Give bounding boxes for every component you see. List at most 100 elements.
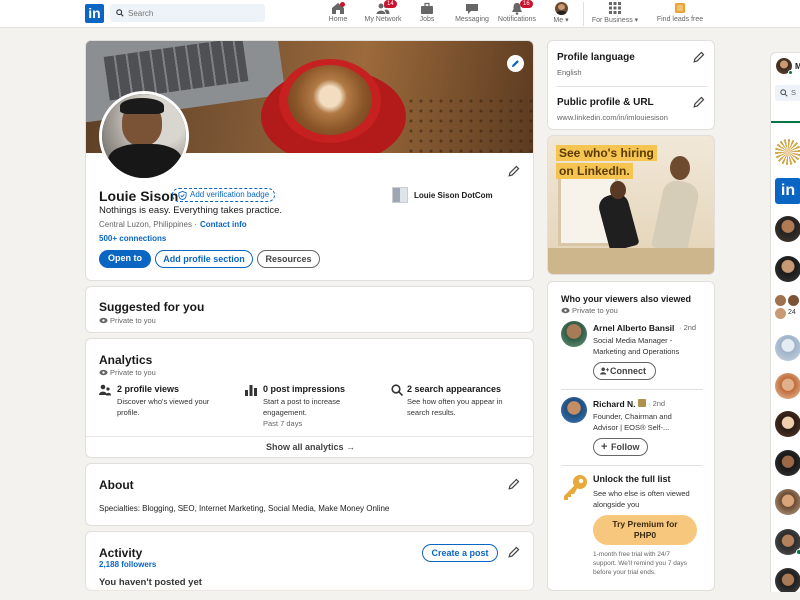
current-company[interactable]: Louie Sison DotCom: [414, 191, 493, 200]
pencil-icon: [511, 60, 519, 68]
group-avatar[interactable]: 24: [775, 295, 800, 321]
nav-find-leads[interactable]: Find leads free: [655, 2, 705, 26]
online-dot: [796, 549, 800, 555]
profile-settings-card: Profile language English Public profile …: [547, 40, 715, 130]
verification-badge-button[interactable]: Add verification badge: [172, 188, 276, 202]
nav-messaging[interactable]: Messaging: [454, 2, 490, 26]
analytics-card: Analytics Private to you 2 profile views…: [85, 338, 534, 458]
analytics-search-appearances[interactable]: 2 search appearances See how often you a…: [391, 383, 531, 428]
group-avatar-part: [788, 295, 799, 306]
nav-label: For Business ▾: [591, 17, 639, 24]
trial-note: 1-month free trial with 24/7: [593, 551, 670, 558]
search-bar[interactable]: [110, 4, 265, 22]
private-label: Private to you: [110, 368, 156, 377]
nav-home[interactable]: Home: [327, 2, 349, 26]
unlock-desc: alongside you: [593, 500, 640, 509]
viewer-headline: Advisor | EOS® Self-...: [593, 423, 670, 432]
public-profile-url[interactable]: www.linkedin.com/in/imlouiesison: [557, 113, 668, 122]
nav-for-business[interactable]: For Business ▾: [590, 2, 640, 26]
add-profile-section-button[interactable]: Add profile section: [155, 250, 253, 268]
create-post-button[interactable]: Create a post: [422, 544, 498, 562]
analytics-item-desc: search results.: [407, 408, 456, 417]
search-icon: [391, 384, 403, 396]
conversation-avatar[interactable]: [775, 139, 800, 165]
follow-button[interactable]: + Follow: [593, 438, 648, 456]
analytics-item-desc: Discover who's viewed your: [117, 397, 210, 406]
conversation-avatar[interactable]: [775, 489, 800, 515]
analytics-item-desc: profile.: [117, 408, 140, 417]
edit-public-url-button[interactable]: [693, 96, 705, 108]
linkedin-logo[interactable]: in: [85, 4, 104, 23]
connect-label: Connect: [610, 366, 646, 376]
connections-link[interactable]: 500+ connections: [99, 234, 166, 243]
nav-my-network[interactable]: 14 My Network: [362, 0, 404, 26]
profile-location: Central Luzon, Philippines ·: [99, 220, 197, 229]
conversation-avatar[interactable]: [775, 450, 800, 476]
nav-notifications[interactable]: 16 Notifications: [496, 0, 538, 26]
edit-about-button[interactable]: [508, 478, 520, 490]
viewer-name[interactable]: Richard N.: [593, 399, 636, 409]
edit-language-button[interactable]: [693, 51, 705, 63]
profile-photo[interactable]: [99, 91, 189, 181]
followers-link[interactable]: 2,188 followers: [99, 560, 156, 569]
premium-line-2: PHP0: [633, 530, 657, 540]
add-person-icon: [600, 367, 609, 375]
photo-shirt: [108, 144, 182, 178]
viewer-avatar[interactable]: [561, 397, 587, 423]
nav-me[interactable]: Me ▾: [549, 2, 573, 26]
pencil-icon: [693, 51, 705, 63]
open-to-button[interactable]: Open to: [99, 250, 151, 268]
trial-note: support. We'll remind you 7 days: [593, 560, 687, 567]
key-icon: [564, 475, 587, 500]
conversation-avatar[interactable]: [775, 335, 800, 361]
edit-cover-button[interactable]: [507, 55, 524, 72]
conversation-avatar[interactable]: [775, 411, 800, 437]
connect-button[interactable]: Connect: [593, 362, 656, 380]
eye-icon: [561, 307, 570, 314]
show-all-analytics-link[interactable]: Show all analytics →: [86, 442, 533, 452]
online-dot: [788, 70, 793, 75]
messaging-tab-underline: [771, 121, 800, 123]
viewer-degree: · 2nd: [679, 323, 697, 332]
analytics-profile-views[interactable]: 2 profile views Discover who's viewed yo…: [99, 383, 239, 428]
search-input[interactable]: [128, 4, 263, 22]
nav-jobs[interactable]: Jobs: [417, 2, 437, 26]
conversation-avatar[interactable]: [775, 216, 800, 242]
viewer-divider: [561, 465, 703, 466]
bell-icon: 16: [510, 0, 533, 15]
eye-icon: [99, 369, 108, 376]
edit-activity-button[interactable]: [508, 546, 520, 558]
suggested-title: Suggested for you: [99, 300, 205, 314]
viewer-avatar[interactable]: [561, 321, 587, 347]
search-icon: [116, 9, 124, 17]
analytics-item-desc: See how often you appear in: [407, 397, 503, 406]
conversation-avatar[interactable]: [775, 256, 800, 282]
private-label: Private to you: [572, 306, 618, 315]
conversation-avatar[interactable]: [775, 568, 800, 592]
viewer-headline: Marketing and Operations: [593, 347, 680, 356]
messaging-title: M: [795, 62, 800, 71]
viewer-headline: Founder, Chairman and: [593, 412, 672, 421]
conversation-avatar[interactable]: [775, 373, 800, 399]
eye-icon: [99, 317, 108, 324]
ad-headline-2: on LinkedIn.: [556, 163, 633, 179]
viewer-headline: Social Media Manager -: [593, 336, 673, 345]
avatar: [554, 2, 568, 15]
photo-hair: [120, 98, 164, 114]
notifications-badge: 16: [520, 0, 533, 8]
pencil-icon: [508, 165, 520, 177]
analytics-item-desc: Start a post to increase: [263, 397, 341, 406]
profile-name: Louie Sison: [99, 188, 179, 204]
people-icon: [99, 384, 111, 396]
try-premium-button[interactable]: Try Premium for PHP0: [593, 515, 697, 545]
nav-label: Jobs: [419, 16, 435, 23]
analytics-post-impressions[interactable]: 0 post impressions Start a post to incre…: [245, 383, 385, 431]
edit-intro-button[interactable]: [508, 165, 520, 177]
resources-button[interactable]: Resources: [257, 250, 320, 268]
suggested-card: Suggested for you Private to you: [85, 286, 534, 333]
messaging-search[interactable]: S: [775, 85, 800, 101]
viewer-name[interactable]: Arnel Alberto Bansil: [593, 323, 674, 333]
contact-info-link[interactable]: Contact info: [200, 220, 247, 229]
hiring-ad[interactable]: See who's hiring on LinkedIn.: [547, 135, 715, 275]
conversation-avatar[interactable]: in: [775, 178, 800, 204]
